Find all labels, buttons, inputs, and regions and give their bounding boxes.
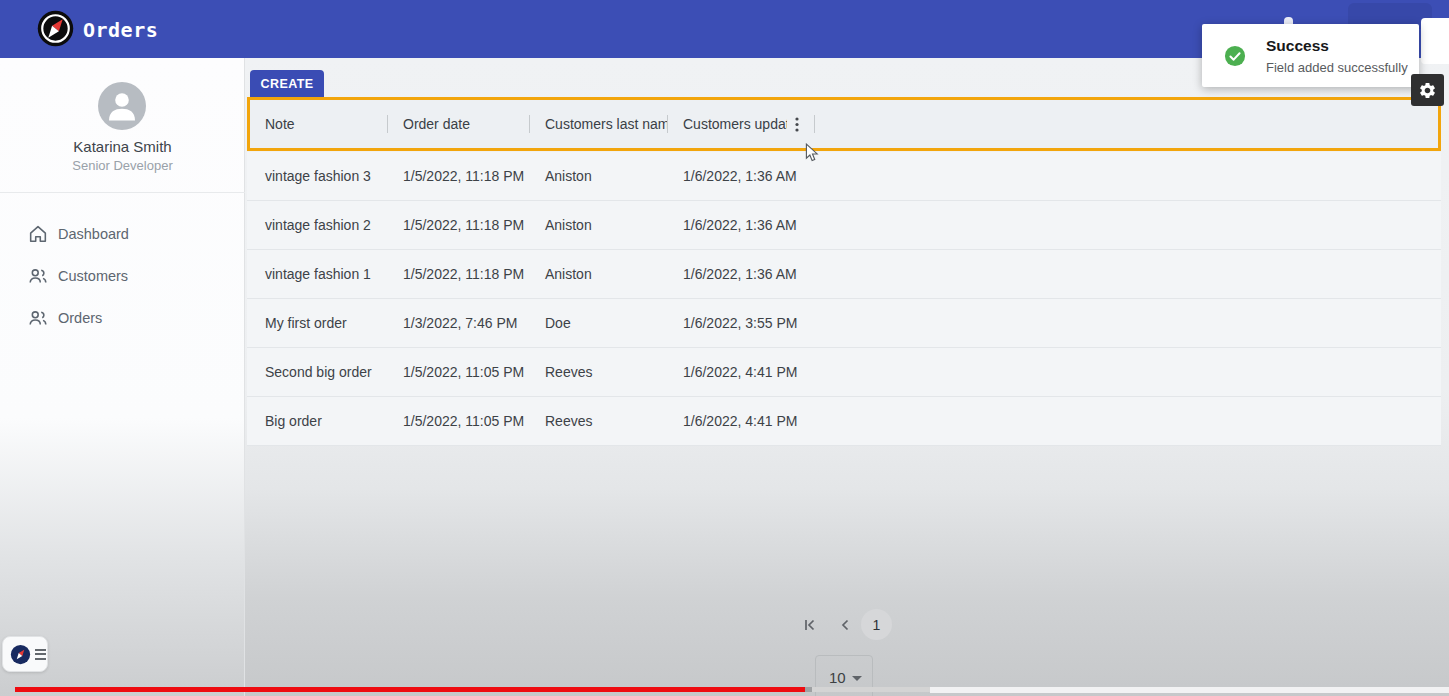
compass-logo-icon — [37, 10, 74, 47]
table-cell: 1/5/2022, 11:18 PM — [388, 266, 530, 282]
mouse-cursor — [805, 143, 820, 164]
table-cell: 1/3/2022, 7:46 PM — [388, 315, 530, 331]
sidebar-item-label: Dashboard — [58, 226, 129, 242]
settings-gear-button[interactable] — [1411, 74, 1444, 106]
video-progress-bar[interactable] — [0, 687, 1449, 693]
home-icon — [27, 223, 49, 245]
sidebar-item-orders[interactable]: Orders — [0, 297, 245, 339]
sidebar-item-dashboard[interactable]: Dashboard — [0, 213, 245, 255]
main-content: CREATE Note Order date Customers last name… — [245, 58, 1449, 696]
sidebar-item-label: Customers — [58, 268, 128, 284]
table-cell: Reeves — [530, 364, 668, 380]
hamburger-menu-icon — [35, 649, 46, 660]
toast-message: Field added successfully — [1266, 60, 1408, 75]
app-root: Orders Katarina Smith Senior Developer D… — [0, 0, 1449, 696]
column-header-label: Customers updated — [683, 116, 787, 132]
success-check-icon — [1224, 45, 1246, 67]
table-cell: 1/6/2022, 1:36 AM — [668, 266, 815, 282]
people-icon — [27, 307, 49, 329]
table-cell: Aniston — [530, 266, 668, 282]
sidebar-item-label: Orders — [58, 310, 102, 326]
column-header-label: Order date — [403, 116, 530, 132]
page-number-button[interactable]: 1 — [861, 609, 892, 640]
column-header-label: Note — [265, 116, 388, 132]
column-header-label: Customers last name — [545, 116, 668, 132]
app-title: Orders — [83, 18, 158, 42]
table-row[interactable]: Second big order1/5/2022, 11:05 PMReeves… — [247, 348, 1441, 397]
toast-title: Success — [1266, 37, 1329, 55]
previous-page-icon[interactable] — [836, 616, 854, 634]
table-cell: vintage fashion 3 — [250, 168, 388, 184]
success-toast: Success Field added successfully — [1202, 24, 1419, 87]
create-button[interactable]: CREATE — [250, 70, 324, 97]
table-cell: Aniston — [530, 217, 668, 233]
sidebar-nav: Dashboard Customers Orders — [0, 213, 245, 339]
table-cell: 1/6/2022, 3:55 PM — [668, 315, 815, 331]
table-cell: 1/6/2022, 1:36 AM — [668, 217, 815, 233]
people-icon — [27, 265, 49, 287]
sidebar-divider — [0, 192, 245, 193]
table-row[interactable]: vintage fashion 31/5/2022, 11:18 PMAnist… — [247, 152, 1441, 201]
table-cell: Big order — [250, 413, 388, 429]
sidebar-item-customers[interactable]: Customers — [0, 255, 245, 297]
table-row[interactable]: vintage fashion 21/5/2022, 11:18 PMAnist… — [247, 201, 1441, 250]
notification-stack-card — [1421, 18, 1449, 64]
chevron-down-icon — [852, 676, 862, 681]
user-avatar — [98, 82, 146, 130]
app-launcher-widget[interactable] — [2, 636, 48, 672]
table-cell: 1/5/2022, 11:18 PM — [388, 217, 530, 233]
table-cell: vintage fashion 1 — [250, 266, 388, 282]
compass-logo-icon — [10, 644, 31, 665]
table-cell: My first order — [250, 315, 388, 331]
table-row[interactable]: vintage fashion 11/5/2022, 11:18 PMAnist… — [247, 250, 1441, 299]
table-cell: 1/6/2022, 1:36 AM — [668, 168, 815, 184]
video-progress-played — [15, 687, 805, 692]
table-cell: 1/5/2022, 11:05 PM — [388, 413, 530, 429]
column-header[interactable]: Customers updated — [668, 100, 815, 148]
table-cell: Doe — [530, 315, 668, 331]
page-size-value: 10 — [829, 669, 846, 686]
table-cell: 1/6/2022, 4:41 PM — [668, 364, 815, 380]
column-header[interactable]: Note — [250, 100, 388, 148]
table-cell: Aniston — [530, 168, 668, 184]
table-header-row: Note Order date Customers last name Custome… — [247, 97, 1441, 151]
table-cell: 1/5/2022, 11:05 PM — [388, 364, 530, 380]
column-header[interactable]: Customers last name — [530, 100, 668, 148]
user-name: Katarina Smith — [0, 138, 245, 155]
table-cell: Second big order — [250, 364, 388, 380]
table-cell: 1/6/2022, 4:41 PM — [668, 413, 815, 429]
sidebar: Katarina Smith Senior Developer Dashboar… — [0, 58, 245, 696]
user-role: Senior Developer — [0, 158, 245, 173]
first-page-icon[interactable] — [801, 616, 819, 634]
column-menu-icon[interactable] — [795, 117, 799, 132]
table-body: vintage fashion 31/5/2022, 11:18 PMAnist… — [247, 152, 1441, 446]
table-cell: 1/5/2022, 11:18 PM — [388, 168, 530, 184]
column-header[interactable]: Order date — [388, 100, 530, 148]
table-row[interactable]: My first order1/3/2022, 7:46 PMDoe1/6/20… — [247, 299, 1441, 348]
table-row[interactable]: Big order1/5/2022, 11:05 PMReeves1/6/202… — [247, 397, 1441, 446]
table-cell: vintage fashion 2 — [250, 217, 388, 233]
table-cell: Reeves — [530, 413, 668, 429]
